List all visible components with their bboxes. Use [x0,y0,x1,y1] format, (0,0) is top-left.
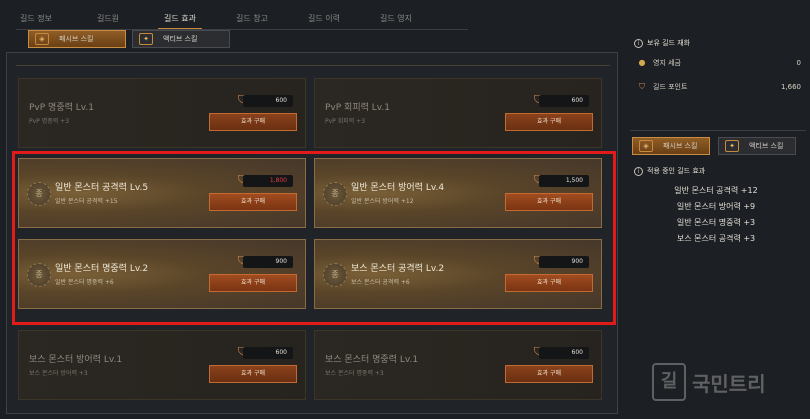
passive-skill-icon: ◈ [35,33,49,45]
effect-name: 보스 몬스터 명중력 Lv.1 [325,355,419,365]
applied-effect: 일반 몬스터 공격력 +12 [674,186,758,195]
buy-effect-button[interactable]: 효과 구매 [209,365,297,383]
effect-desc: 보스 몬스터 명중력 +3 [325,370,384,377]
resources-title-text: 보유 길드 재화 [647,39,691,47]
tab-active-skill[interactable]: ✦ 액티브 스킬 [718,137,796,155]
resource-label: 길드 포인트 [653,83,688,91]
coin-icon: ● [638,58,646,67]
highlight-box [12,151,616,325]
effect-name: 보스 몬스터 방어력 Lv.1 [29,355,123,365]
tab-active-label: 액티브 스킬 [749,142,784,150]
top-tab-bar: 길드 정보 길드원 길드 효과 길드 창고 길드 이력 길드 영지 [0,0,470,30]
resource-value: 0 [796,59,801,67]
buy-effect-button[interactable]: 효과 구매 [505,113,593,131]
resource-label: 영지 세금 [653,59,681,67]
resource-row: ● 영지 세금 0 [637,58,802,68]
tab-passive-label: 패시브 스킬 [59,35,94,43]
effect-desc: 보스 몬스터 방어력 +3 [29,370,88,377]
tab-passive-skill[interactable]: ◈ 패시브 스킬 [632,137,710,155]
effect-price: 600 [539,95,589,107]
tab-guild-members[interactable]: 길드원 [72,13,144,30]
applied-effect: 보스 몬스터 공격력 +3 [676,234,756,243]
buy-effect-button[interactable]: 효과 구매 [209,113,297,131]
tab-guild-info[interactable]: 길드 정보 [0,13,72,30]
effect-card: 보스 몬스터 명중력 Lv.1 보스 몬스터 명중력 +3 ⛉ 600 효과 구… [314,330,602,400]
tab-guild-effects[interactable]: 길드 효과 [144,13,216,30]
applied-title: i 적용 중인 길드 효과 [634,166,705,176]
tab-active-label: 액티브 스킬 [163,35,198,43]
tab-passive-label: 패시브 스킬 [663,142,698,150]
resource-value: 1,660 [780,83,801,91]
active-skill-icon: ✦ [725,140,739,152]
watermark-logo: 길 [652,363,686,401]
applied-effect: 일반 몬스터 명중력 +3 [676,218,756,227]
watermark: 길 국민트리 [652,362,766,402]
active-skill-icon: ✦ [139,33,153,45]
effect-card: PvP 명중력 Lv.1 PvP 명중력 +3 ⛉ 600 효과 구매 [18,78,306,148]
passive-skill-icon: ◈ [639,140,653,152]
effect-card: 보스 몬스터 방어력 Lv.1 보스 몬스터 방어력 +3 ⛉ 600 효과 구… [18,330,306,400]
info-icon: i [634,166,643,176]
tab-active-skill[interactable]: ✦ 액티브 스킬 [132,30,230,48]
right-divider [630,130,806,131]
effect-name: PvP 회피력 Lv.1 [325,103,390,113]
effect-price: 600 [243,95,293,107]
info-icon: i [634,38,643,48]
tab-guild-history[interactable]: 길드 이력 [288,13,360,30]
buy-effect-button[interactable]: 효과 구매 [505,365,593,383]
applied-skill-tabs: ◈ 패시브 스킬 ✦ 액티브 스킬 [632,137,796,155]
applied-effect: 일반 몬스터 방어력 +9 [676,202,756,211]
effect-price: 600 [243,347,293,359]
tab-guild-territory[interactable]: 길드 영지 [360,13,432,30]
resource-row: ⛉ 길드 포인트 1,660 [637,82,801,92]
tab-passive-skill[interactable]: ◈ 패시브 스킬 [28,30,126,48]
effect-name: PvP 명중력 Lv.1 [29,103,94,113]
resources-title: i 보유 길드 재화 [634,38,690,48]
watermark-text: 국민트리 [692,371,766,396]
effect-card: PvP 회피력 Lv.1 PvP 회피력 +3 ⛉ 600 효과 구매 [314,78,602,148]
effect-price: 600 [539,347,589,359]
skill-type-tabs: ◈ 패시브 스킬 ✦ 액티브 스킬 [28,30,230,48]
panel-divider [16,65,610,66]
guild-point-icon: ⛉ [639,82,645,91]
effect-desc: PvP 명중력 +3 [29,118,70,125]
tab-guild-storage[interactable]: 길드 창고 [216,13,288,30]
effect-desc: PvP 회피력 +3 [325,118,366,125]
applied-title-text: 적용 중인 길드 효과 [647,167,706,175]
